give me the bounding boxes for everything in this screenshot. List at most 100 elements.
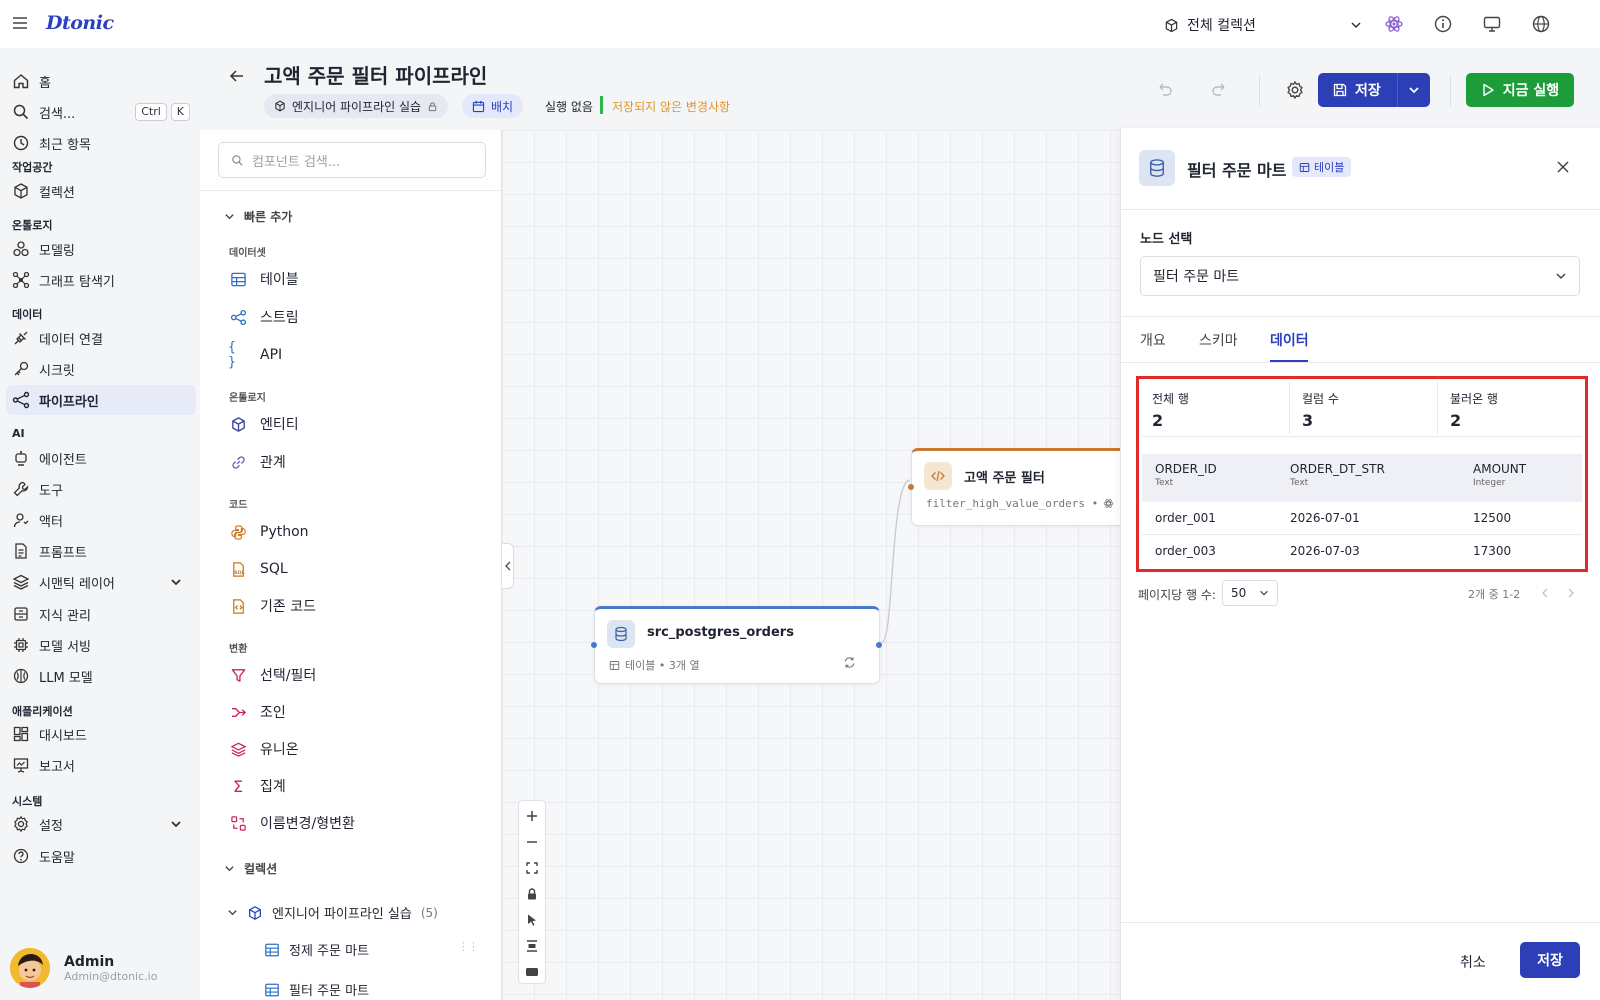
tab-overview[interactable]: 개요: [1140, 330, 1166, 350]
collection-node[interactable]: 엔지니어 파이프라인 실습 (5): [227, 903, 438, 922]
info-icon[interactable]: [1433, 14, 1453, 34]
drag-handle-icon[interactable]: ⋮⋮: [458, 940, 479, 953]
sidebar-item-dashboard[interactable]: 대시보드: [6, 719, 196, 749]
sidebar-item-pipeline[interactable]: 파이프라인: [6, 385, 196, 415]
component-sql[interactable]: SQL SQL: [228, 558, 288, 580]
panel-divider: [1120, 362, 1600, 363]
sidebar-item-semantic-layer[interactable]: 시맨틱 레이어: [6, 567, 196, 597]
pipeline-canvas[interactable]: [502, 130, 1120, 1000]
chevron-down-icon[interactable]: [170, 576, 182, 588]
collections-header[interactable]: 컬렉션: [224, 860, 277, 877]
component-relation[interactable]: 관계: [228, 451, 286, 473]
redo-icon[interactable]: [1210, 80, 1228, 98]
chevron-right-icon[interactable]: [1566, 588, 1576, 598]
sidebar-item-model-serving[interactable]: 모델 서빙: [6, 630, 196, 660]
collapse-panel-button[interactable]: [502, 543, 514, 589]
sidebar-item-agent[interactable]: 에이전트: [6, 443, 196, 473]
sidebar-item-graph-explorer[interactable]: 그래프 탐색기: [6, 265, 196, 295]
save-options-button[interactable]: [1398, 73, 1430, 107]
sidebar-item-secret[interactable]: 시크릿: [6, 354, 196, 384]
pipeline-node-filter[interactable]: 고액 주문 필터 filter_high_value_orders •: [908, 448, 1131, 526]
component-select-filter[interactable]: 선택/필터: [228, 664, 316, 686]
sidebar-item-label: 지식 관리: [39, 608, 91, 624]
quick-add-header[interactable]: 빠른 추가: [224, 208, 292, 225]
mode-chip[interactable]: 배치: [462, 94, 524, 118]
sidebar-item-settings[interactable]: 설정: [6, 809, 196, 839]
component-table[interactable]: 테이블: [228, 268, 299, 290]
save-button[interactable]: 저장: [1318, 73, 1430, 107]
refresh-icon[interactable]: [843, 656, 856, 669]
align-icon[interactable]: [524, 938, 540, 954]
run-now-button[interactable]: 지금 실행: [1466, 73, 1574, 107]
component-aggregate[interactable]: Σ 집계: [228, 775, 286, 797]
tab-data[interactable]: 데이터: [1270, 330, 1309, 350]
zoom-out-icon[interactable]: [524, 834, 540, 850]
sidebar-item-search[interactable]: 검색... Ctrl K: [6, 97, 196, 127]
component-label: 선택/필터: [260, 668, 317, 684]
sidebar-item-modeling[interactable]: 모델링: [6, 234, 196, 264]
sidebar-item-label: 프롬프트: [39, 545, 87, 561]
sidebar-item-label: 에이전트: [39, 452, 87, 468]
minimap-icon[interactable]: [524, 964, 540, 980]
chevron-down-icon[interactable]: [170, 818, 182, 830]
atom-icon[interactable]: [1384, 14, 1404, 34]
calendar-icon: [472, 100, 485, 112]
sidebar-item-llm-model[interactable]: LLM 모델: [6, 661, 196, 691]
sidebar-item-home[interactable]: 홈: [6, 66, 196, 96]
globe-icon[interactable]: [1531, 14, 1551, 34]
collection-item[interactable]: 정제 주문 마트: [264, 940, 369, 959]
tab-schema[interactable]: 스키마: [1199, 330, 1238, 350]
component-stream[interactable]: 스트림: [228, 306, 299, 328]
project-chip[interactable]: 엔지니어 파이프라인 실습: [264, 94, 449, 118]
app-logo[interactable]: Dtonic: [46, 12, 114, 34]
component-union[interactable]: 유니온: [228, 738, 299, 760]
sidebar-item-report[interactable]: 보고서: [6, 750, 196, 780]
node-output-port[interactable]: [876, 642, 882, 648]
sidebar-item-prompt[interactable]: 프롬프트: [6, 536, 196, 566]
sidebar-item-label: 대시보드: [39, 728, 87, 744]
sidebar-item-help[interactable]: 도움말: [6, 841, 196, 871]
component-label: SQL: [260, 561, 288, 577]
sidebar-item-recent[interactable]: 최근 항목: [6, 128, 196, 158]
menu-icon[interactable]: [12, 15, 28, 31]
pointer-icon[interactable]: [524, 912, 540, 928]
sidebar-item-collections[interactable]: 컬렉션: [6, 176, 196, 206]
zoom-in-icon[interactable]: [524, 808, 540, 824]
page-size-select[interactable]: 50: [1222, 580, 1278, 606]
user-profile[interactable]: Admin Admin@dtonic.io: [10, 948, 157, 988]
node-select-dropdown[interactable]: 필터 주문 마트: [1140, 256, 1580, 296]
database-icon: [1139, 150, 1175, 186]
save-button-main[interactable]: 저장: [1318, 73, 1398, 107]
component-entity[interactable]: 엔티티: [228, 413, 299, 435]
cancel-button[interactable]: 취소: [1460, 952, 1486, 972]
sidebar-item-knowledge[interactable]: 지식 관리: [6, 599, 196, 629]
node-input-port[interactable]: [908, 484, 914, 490]
sidebar-item-label: 그래프 탐색기: [39, 274, 115, 290]
sidebar-item-actor[interactable]: 액터: [6, 505, 196, 535]
fit-view-icon[interactable]: [524, 860, 540, 876]
lock-icon[interactable]: [524, 886, 540, 902]
component-join[interactable]: 조인: [228, 701, 286, 723]
panel-save-button[interactable]: 저장: [1520, 942, 1580, 978]
collection-selector[interactable]: 전체 컬렉션: [1164, 13, 1362, 37]
group-label-dataset: 데이터셋: [229, 248, 266, 259]
node-input-port[interactable]: [591, 642, 597, 648]
pipeline-node-source[interactable]: src_postgres_orders 테이블 • 3개 열: [591, 606, 882, 684]
sidebar-item-tools[interactable]: 도구: [6, 474, 196, 504]
collection-item[interactable]: 필터 주문 마트: [264, 980, 369, 999]
type-badge: 테이블: [1292, 157, 1352, 177]
component-api[interactable]: { } API: [228, 340, 282, 370]
back-arrow-icon[interactable]: [229, 68, 245, 84]
chevron-left-icon[interactable]: [1540, 588, 1550, 598]
page-size-value: 50: [1231, 586, 1247, 600]
component-python[interactable]: Python: [228, 521, 309, 543]
component-existing-code[interactable]: 기존 코드: [228, 595, 316, 617]
monitor-icon[interactable]: [1482, 14, 1502, 34]
gear-icon[interactable]: [1285, 80, 1305, 100]
undo-icon[interactable]: [1156, 80, 1174, 98]
component-rename-cast[interactable]: 이름변경/형변환: [228, 812, 355, 834]
close-icon[interactable]: [1556, 160, 1570, 174]
modeling-icon: [13, 241, 29, 257]
component-search-input[interactable]: 컴포넌트 검색...: [218, 142, 486, 178]
sidebar-item-data-connection[interactable]: 데이터 연결: [6, 323, 196, 353]
